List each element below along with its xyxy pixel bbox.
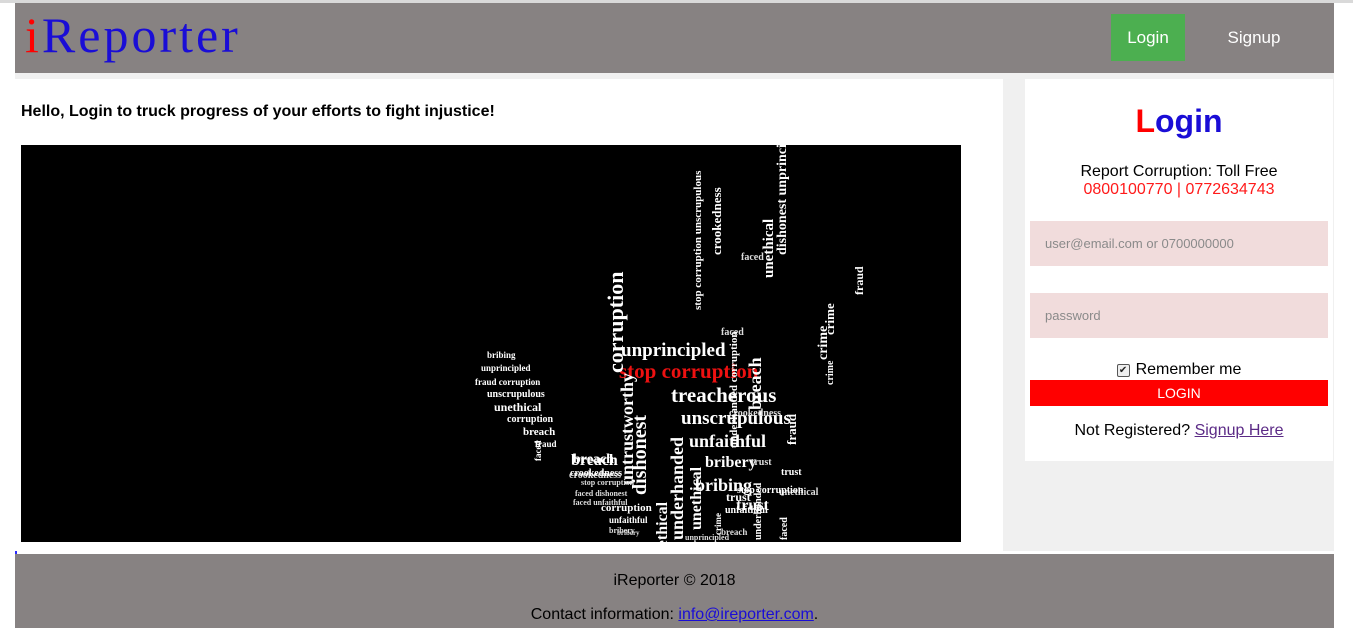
hero-word: crime xyxy=(825,360,836,385)
contact-email-link[interactable]: info@ireporter.com xyxy=(678,606,813,623)
footer-contact: Contact information: info@ireporter.com. xyxy=(15,606,1334,624)
login-submit-button[interactable]: LOGIN xyxy=(1030,380,1328,406)
hero-word: crime xyxy=(822,303,837,335)
hero-word: faced xyxy=(779,517,790,540)
contact-suffix: . xyxy=(813,606,819,623)
hero-word: fraud xyxy=(852,266,866,295)
signup-here-link[interactable]: Signup Here xyxy=(1195,422,1284,439)
hero-word: trust xyxy=(751,457,772,468)
hero-word: unscrupulous xyxy=(487,389,545,400)
footer: iReporter © 2018 Contact information: in… xyxy=(15,554,1334,628)
hero-word: unprincipled xyxy=(481,363,531,373)
header: iReporter Login Signup xyxy=(15,3,1334,73)
hero-word: stop corruption unscrupulous xyxy=(692,170,704,310)
login-card: Login Report Corruption: Toll Free 08001… xyxy=(1025,79,1333,461)
hero-word: unethical xyxy=(761,219,777,278)
hero-word: unprincipled xyxy=(685,533,730,542)
logo-reporter: Reporter xyxy=(41,7,241,63)
remember-me: ✔ Remember me xyxy=(1025,361,1333,379)
contact-label: Contact information: xyxy=(530,606,674,623)
tagline: Hello, Login to truck progress of your e… xyxy=(21,103,495,120)
nav-signup-button[interactable]: Signup xyxy=(1211,14,1297,61)
hero-word: corruption xyxy=(601,502,652,514)
hero-image: stop corruption unprincipled treacherous un… xyxy=(21,145,961,542)
footer-copyright: iReporter © 2018 xyxy=(613,572,736,589)
toll-free-numbers: 0800100770 | 0772634743 xyxy=(1083,181,1275,198)
hero-word: unethical xyxy=(688,466,705,530)
hero-word: unethical xyxy=(494,400,542,414)
nav-login-button[interactable]: Login xyxy=(1111,14,1185,61)
login-title-first: L xyxy=(1135,103,1155,139)
remember-checkbox[interactable]: ✔ xyxy=(1116,364,1130,377)
hero-word: breach xyxy=(573,452,614,467)
toll-free-label: Report Corruption: Toll Free xyxy=(1080,163,1278,180)
hero-word: underhanded xyxy=(753,482,764,540)
hero-word: unethical xyxy=(654,501,671,542)
hero-word: corruption xyxy=(603,272,628,373)
hero-word: trust xyxy=(781,467,802,478)
hero-word: faced dishonest xyxy=(575,489,628,498)
hero-word: fraud xyxy=(784,413,799,445)
hero-word: crookedness xyxy=(709,187,724,255)
hero-word: underhanded corruption xyxy=(728,332,740,448)
not-registered-row: Not Registered? Signup Here xyxy=(1025,422,1333,440)
login-title-rest: ogin xyxy=(1155,103,1223,139)
password-input[interactable] xyxy=(1030,293,1328,338)
hero-word: dishonest unprincipled xyxy=(775,145,790,255)
hero-word: corruption xyxy=(507,414,554,425)
hero-word: fraud corruption xyxy=(475,377,540,387)
hero-word: stop corruption xyxy=(737,485,804,496)
hero-word: bribing xyxy=(487,350,516,360)
hero-word: breach xyxy=(523,426,555,438)
main-content: Hello, Login to truck progress of your e… xyxy=(15,79,1003,551)
login-title: Login xyxy=(1025,103,1333,140)
remember-label: Remember me xyxy=(1135,361,1242,378)
hero-word: breach xyxy=(745,357,765,410)
username-input[interactable] xyxy=(1030,221,1328,266)
hero-word: faced xyxy=(533,441,543,462)
hero-word: bribery xyxy=(617,529,640,537)
hero-word: bribery xyxy=(705,454,757,471)
logo-i: i xyxy=(25,7,42,63)
logo[interactable]: iReporter xyxy=(25,5,241,65)
not-registered-text: Not Registered? xyxy=(1074,422,1191,439)
hero-word: stop corruption xyxy=(581,478,635,487)
hero-word: unprincipled xyxy=(621,340,726,361)
hand-word-cloud-image: stop corruptionunprincipledtreacherousun… xyxy=(475,145,866,542)
hero-word: unfaithful xyxy=(609,515,648,525)
